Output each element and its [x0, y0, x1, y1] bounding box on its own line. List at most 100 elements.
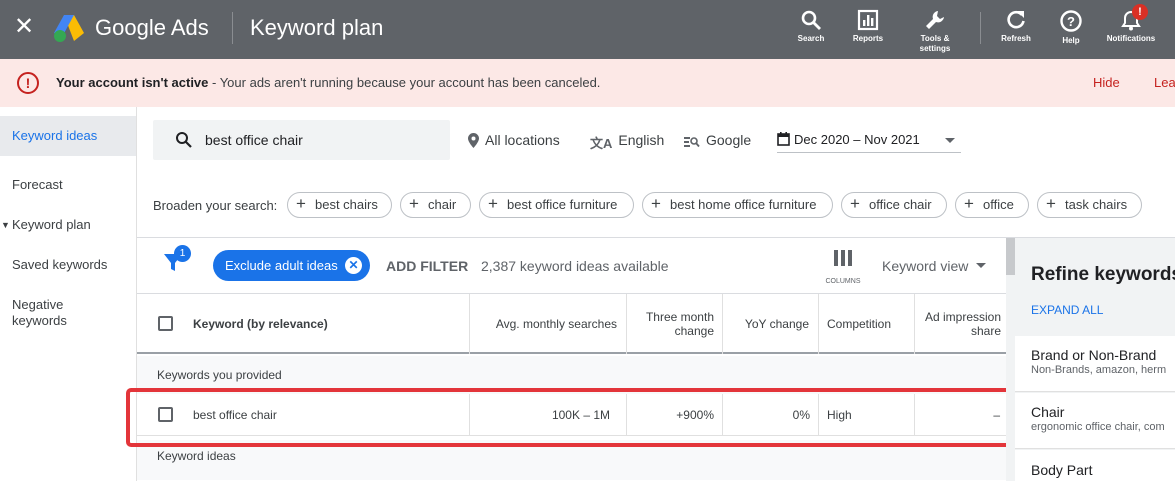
add-filter-button[interactable]: ADD FILTER [386, 258, 468, 274]
date-range-label: Dec 2020 – Nov 2021 [794, 132, 920, 147]
sidebar-item-keyword-plan[interactable]: Keyword plan [0, 217, 136, 233]
help-icon: ? [1060, 10, 1082, 32]
search-icon [176, 132, 192, 148]
reports-icon [857, 9, 879, 31]
header-impression-share-label: Ad impression share [924, 310, 1001, 338]
header-yoy[interactable]: YoY change [722, 294, 818, 354]
refine-item-sub: Non-Brands, amazon, herm [1031, 364, 1167, 376]
remove-filter-icon[interactable]: ✕ [345, 257, 362, 274]
network-selector[interactable]: Google [684, 131, 751, 149]
refine-item-title: Body Part [1031, 462, 1093, 478]
broaden-chip[interactable]: + best home office furniture [642, 192, 833, 218]
keyword-view-dropdown[interactable]: Keyword view [882, 258, 987, 274]
refine-item-title: Chair [1031, 404, 1065, 420]
help-button[interactable]: ? Help [1054, 6, 1088, 56]
keyword-count: 2,387 keyword ideas available [481, 258, 669, 274]
chip-label: task chairs [1065, 197, 1128, 212]
header-three-month[interactable]: Three month change [626, 294, 722, 354]
svg-text:?: ? [1067, 14, 1075, 29]
reports-label: Reports [852, 34, 884, 43]
header-competition[interactable]: Competition [818, 294, 914, 354]
header-keyword[interactable]: Keyword (by relevance) [137, 294, 469, 354]
highlight-box [126, 388, 1014, 447]
location-label: All locations [485, 132, 560, 148]
header-competition-label: Competition [827, 317, 892, 331]
table-header: Keyword (by relevance) Avg. monthly sear… [137, 294, 1006, 354]
keyword-search-input[interactable]: best office chair [153, 120, 450, 160]
expand-all-button[interactable]: EXPAND ALL [1031, 303, 1103, 317]
chip-label: office [983, 197, 1014, 212]
plus-icon: + [850, 194, 860, 213]
search-query: best office chair [205, 132, 303, 148]
date-range-selector[interactable]: Dec 2020 – Nov 2021 [777, 131, 961, 153]
wrench-icon [926, 11, 944, 29]
plus-icon: + [964, 194, 974, 213]
notifications-button[interactable]: Notifications ! [1103, 4, 1159, 56]
tools-settings-button[interactable]: Tools & settings [910, 6, 960, 56]
header-impression-share[interactable]: Ad impression share [914, 294, 1006, 354]
close-icon[interactable]: ✕ [13, 14, 35, 40]
refine-item-sub: ergonomic office chair, com [1031, 421, 1165, 433]
header-avg-searches[interactable]: Avg. monthly searches [469, 294, 626, 354]
sidebar-item-saved-keywords[interactable]: Saved keywords [0, 257, 136, 273]
plus-icon: + [488, 194, 498, 213]
table-scrollbar[interactable] [1006, 238, 1015, 481]
group-label: Keywords you provided [157, 368, 282, 382]
broaden-chip[interactable]: + office chair [841, 192, 947, 218]
language-label: English [618, 132, 665, 148]
refine-title: Refine keywords [1031, 264, 1175, 285]
broaden-chip[interactable]: + best chairs [287, 192, 392, 218]
sidebar: Keyword ideas Forecast ▼ Keyword plan Sa… [0, 107, 137, 481]
search-icon [801, 10, 821, 30]
plus-icon: + [409, 194, 419, 213]
active-filter-label: Exclude adult ideas [225, 258, 338, 273]
chevron-down-icon [945, 138, 955, 143]
broaden-chip[interactable]: + best office furniture [479, 192, 634, 218]
page-title: Keyword plan [250, 15, 384, 40]
sidebar-item-forecast[interactable]: Forecast [0, 177, 136, 193]
sidebar-item-negative-keywords[interactable]: Negative keywords [0, 297, 90, 329]
help-label: Help [1062, 36, 1080, 45]
filter-count-badge: 1 [174, 245, 191, 262]
refresh-label: Refresh [1001, 34, 1031, 43]
active-filter-chip[interactable]: Exclude adult ideas ✕ [213, 250, 370, 281]
broaden-chip[interactable]: + task chairs [1037, 192, 1142, 218]
alert-title: Your account isn't active [56, 75, 209, 90]
scrollbar-thumb[interactable] [1006, 238, 1015, 275]
google-ads-logo [54, 15, 84, 42]
search-button[interactable]: Search [791, 6, 831, 56]
network-search-icon [684, 137, 700, 148]
alert-text: - Your ads aren't running because your a… [208, 75, 601, 90]
header-keyword-label: Keyword (by relevance) [193, 317, 328, 331]
select-all-checkbox[interactable] [158, 316, 173, 331]
broaden-chip[interactable]: + office [955, 192, 1029, 218]
columns-icon [834, 250, 852, 266]
columns-button[interactable]: COLUMNS [823, 250, 863, 286]
notification-badge: ! [1132, 4, 1148, 20]
plus-icon: + [1046, 194, 1056, 213]
broaden-chip[interactable]: + chair [400, 192, 471, 218]
account-alert-banner: ! Your account isn't active - Your ads a… [0, 59, 1175, 107]
error-icon: ! [17, 72, 39, 94]
refine-item-chair[interactable]: Chair ergonomic office chair, com [1015, 393, 1175, 449]
refine-item-body-part[interactable]: Body Part [1015, 450, 1175, 481]
refine-item-brand[interactable]: Brand or Non-Brand Non-Brands, amazon, h… [1015, 336, 1175, 392]
refresh-button[interactable]: Refresh [997, 6, 1035, 56]
refresh-icon [1007, 10, 1025, 29]
broaden-search-label: Broaden your search: [153, 198, 278, 213]
keyword-view-label: Keyword view [882, 258, 969, 274]
chip-label: best office furniture [507, 197, 618, 212]
group-label: Keyword ideas [157, 449, 236, 463]
sidebar-item-keyword-ideas[interactable]: Keyword ideas [0, 116, 136, 156]
reports-button[interactable]: Reports [845, 6, 891, 56]
location-selector[interactable]: All locations [468, 131, 560, 149]
learn-more-link[interactable]: Lea [1154, 75, 1175, 91]
tools-label: Tools & settings [919, 34, 951, 53]
brand-name: Google Ads [95, 15, 209, 40]
alert-message: Your account isn't active - Your ads are… [56, 75, 600, 91]
top-app-bar: ✕ Google Ads Keyword plan Search Reports… [0, 0, 1175, 59]
language-selector[interactable]: 文A English [590, 131, 664, 153]
calendar-icon [777, 132, 790, 146]
columns-label: COLUMNS [825, 278, 861, 285]
hide-link[interactable]: Hide [1093, 75, 1120, 91]
